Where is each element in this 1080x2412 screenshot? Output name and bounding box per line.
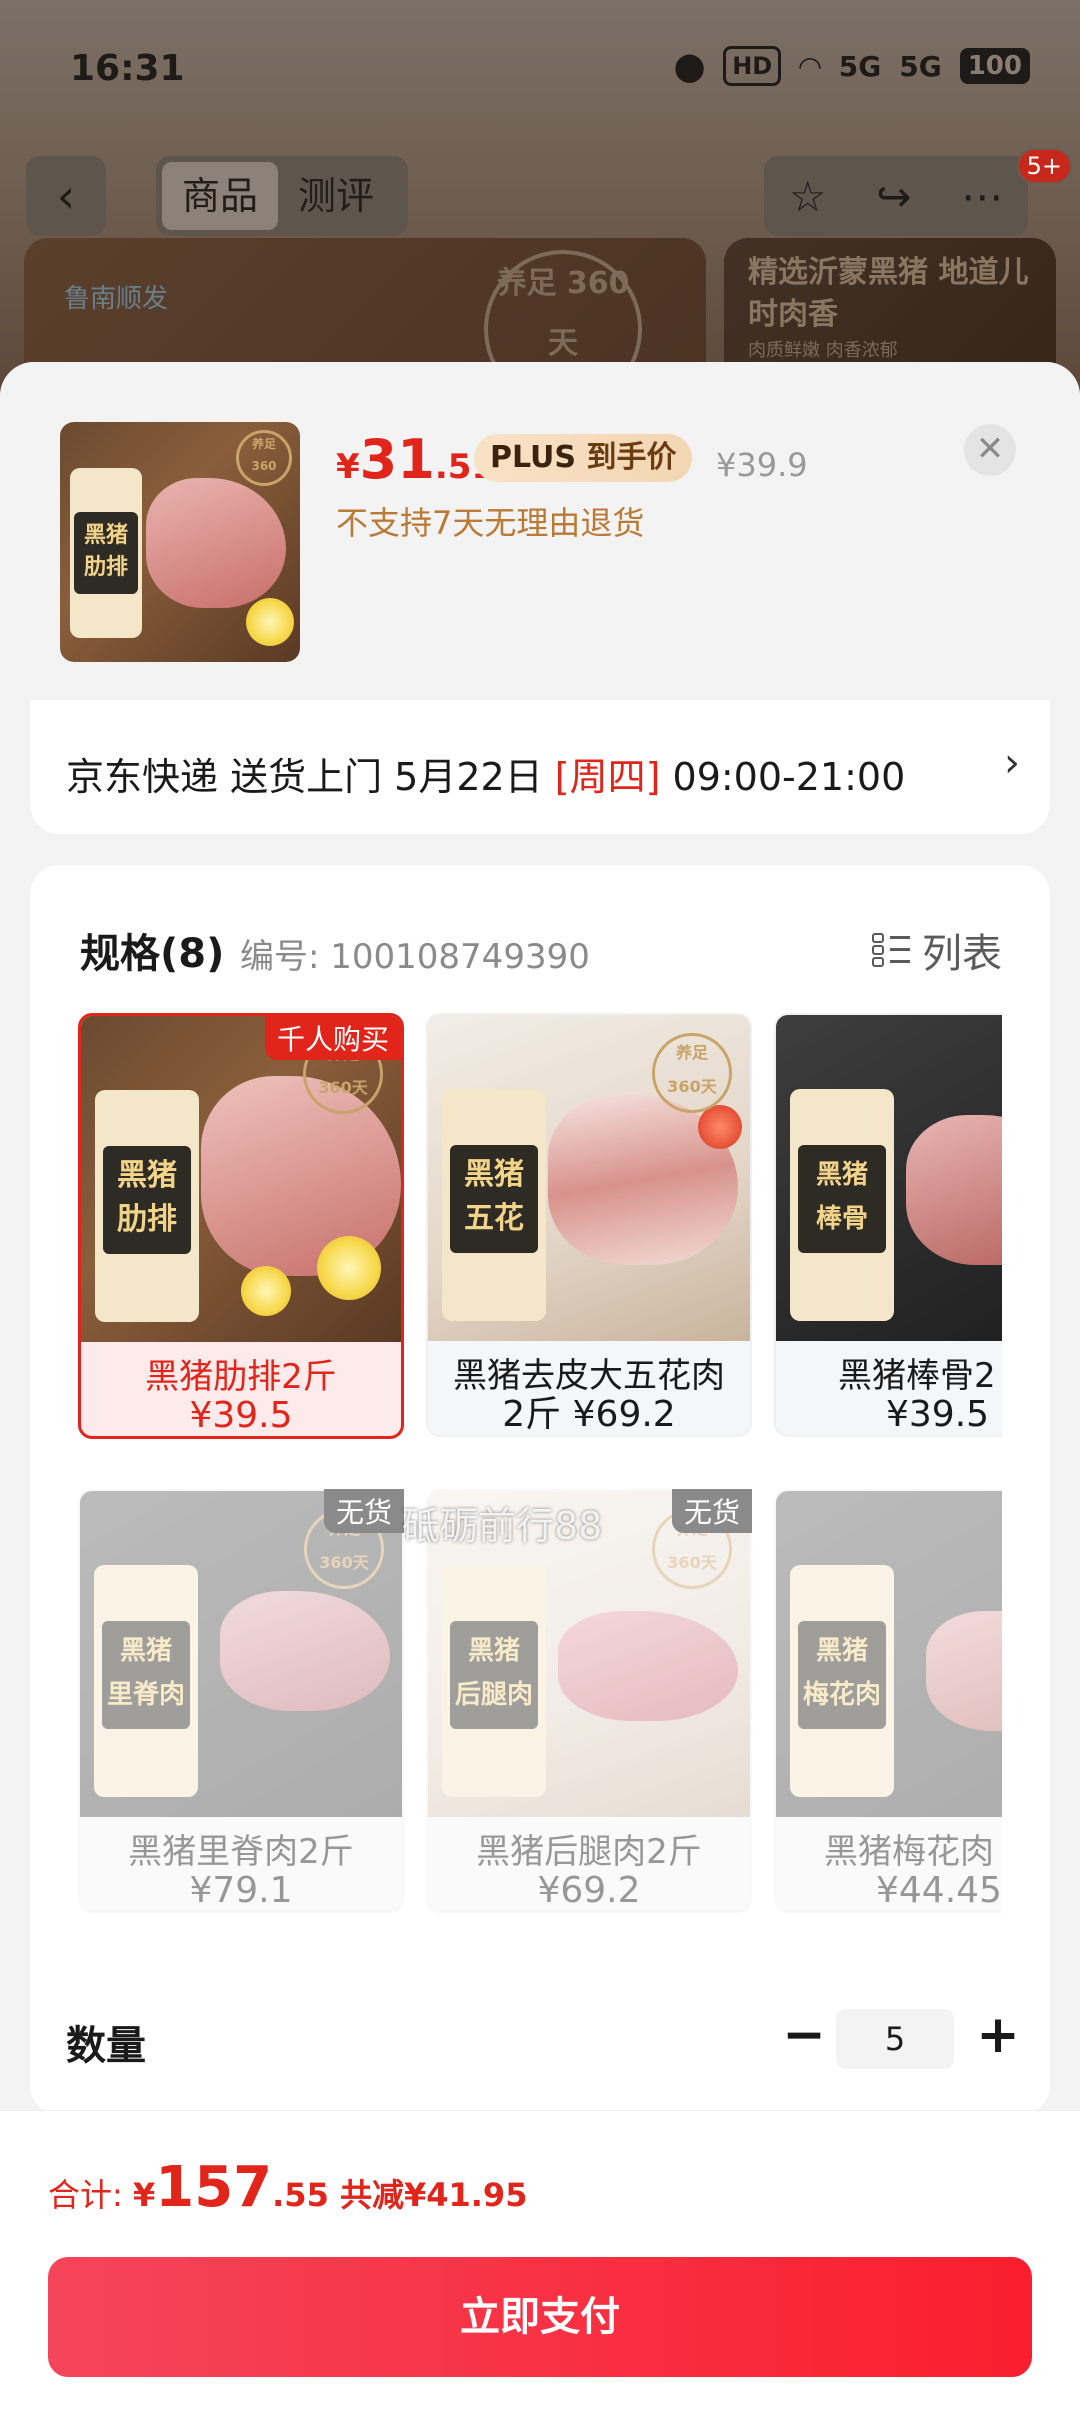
tab-goods[interactable]: 商品 [162, 162, 278, 230]
spec-option-price: ¥69.2 [537, 1870, 641, 1911]
quantity-stepper[interactable]: 5 [836, 2009, 954, 2069]
out-of-stock-badge: 无货 [671, 1489, 752, 1533]
sku-number: 编号: 100108749390 [240, 937, 590, 977]
spec-option-image: 黑猪 五花 养足 360天 [428, 1015, 750, 1341]
battery-icon: 100 [959, 48, 1030, 84]
hd-icon: HD [723, 46, 782, 86]
close-icon: ✕ [975, 429, 1005, 469]
spec-option-price: ¥44.45 [876, 1870, 1002, 1911]
checkout-footer: 合计: ¥157.55 共减¥41.95 立即支付 [0, 2110, 1080, 2412]
chevron-right-icon: › [1004, 740, 1020, 786]
watermark: 砥砺前行88 [402, 1504, 603, 1548]
selected-product-thumbnail: 黑猪 肋排 养足 360 [60, 422, 300, 662]
banner-slogan: 精选沂蒙黑猪 地道儿时肉香 [748, 255, 1029, 332]
spec-option-image: 黑猪肋排 养足360天 [81, 1016, 401, 1342]
spec-option-name: 黑猪梅花肉 [824, 1832, 994, 1872]
spec-option-ribs[interactable]: 黑猪肋排 养足360天 黑猪肋排2斤 ¥39.5 千人购买 [78, 1013, 404, 1439]
quantity-increase-button[interactable]: + [968, 2007, 1028, 2067]
total-price: 合计: ¥157.55 共减¥41.95 [48, 2155, 528, 2220]
brand-logo: 鲁南顺发 [64, 284, 169, 314]
star-icon[interactable]: ☆ [789, 172, 827, 221]
more-badge: 5+ [1016, 148, 1072, 184]
share-icon[interactable]: ↪ [876, 172, 911, 221]
tab-review[interactable]: 测评 [278, 162, 394, 230]
status-bar: 16:31 ⬤ HD ◠ 5G 5G 100 [0, 0, 1080, 140]
spec-title: 规格(8) [80, 931, 225, 977]
chevron-left-icon: ‹ [56, 169, 76, 223]
list-icon [872, 931, 910, 969]
spec-option-price: ¥39.5 [189, 1395, 293, 1436]
spec-option-pork-belly[interactable]: 黑猪 五花 养足 360天 黑猪去皮大五花肉 2斤 ¥69.2 [426, 1013, 752, 1437]
top-actions: ☆ ↪ ⋯ [764, 156, 1028, 236]
out-of-stock-badge: 无货 [323, 1489, 404, 1533]
popular-badge: 千人购买 [264, 1016, 401, 1060]
spec-option-name: 黑猪棒骨2 [838, 1356, 996, 1396]
delivery-text: 京东快递 送货上门 5月22日 [周四] 09:00-21:00 [66, 755, 906, 799]
sheet-header: 黑猪 肋排 养足 360 ¥31.51 PLUS 到手价 ¥39.9 不支持7天无理… [0, 362, 1080, 700]
spec-option-bone[interactable]: 黑猪 棒骨 黑猪棒骨2 ¥39.5 [774, 1013, 1002, 1437]
spec-options-grid: 黑猪肋排 养足360天 黑猪肋排2斤 ¥39.5 千人购买 黑猪五花 养足360 [78, 1013, 1002, 1957]
spec-option-image: 黑猪里脊肉 养足360天 [80, 1491, 402, 1817]
signal-5g-icon-2: 5G [899, 49, 942, 83]
spec-option-price: 2斤 ¥69.2 [502, 1394, 676, 1435]
spec-card: 规格(8) 编号: 100108749390 列表 黑猪肋排 养足360天 [30, 865, 1050, 2115]
status-icons: ⬤ HD ◠ 5G 5G 100 [674, 46, 1030, 86]
more-icon[interactable]: ⋯ [961, 172, 1003, 221]
background-product-page: 16:31 ⬤ HD ◠ 5G 5G 100 ‹ 商品 测评 ☆ ↪ ⋯ 5+ … [0, 0, 1080, 438]
banner-subslogan: 肉质鲜嫩 肉香浓郁 [748, 340, 898, 361]
sku-selection-sheet: 黑猪 肋排 养足 360 ¥31.51 PLUS 到手价 ¥39.9 不支持7天无理… [0, 362, 1080, 2412]
close-button[interactable]: ✕ [964, 424, 1016, 476]
return-policy-note: 不支持7天无理由退货 [336, 504, 645, 542]
plus-price-badge: PLUS 到手价 [474, 434, 693, 482]
spec-option-image: 黑猪 棒骨 [776, 1015, 1002, 1341]
delivery-info[interactable]: 京东快递 送货上门 5月22日 [周四] 09:00-21:00 › [30, 700, 1050, 834]
spec-option-hind-leg[interactable]: 黑猪后腿肉 养足360天 黑猪后腿肉2斤 ¥69.2 [426, 1489, 752, 1913]
pay-now-button[interactable]: 立即支付 [48, 2257, 1032, 2377]
back-button[interactable]: ‹ [26, 156, 106, 236]
quantity-row: 数量 − 5 + [30, 1985, 1050, 2105]
spec-option-shoulder[interactable]: 黑猪 梅花肉 黑猪梅花肉 ¥44.45 [774, 1489, 1002, 1913]
spec-option-price: ¥39.5 [886, 1394, 990, 1435]
top-tabs: 商品 测评 [156, 156, 408, 236]
status-time: 16:31 [70, 48, 185, 89]
quantity-decrease-button[interactable]: − [774, 2007, 834, 2067]
spec-option-price: ¥79.1 [189, 1870, 293, 1911]
original-price: ¥39.9 [716, 446, 808, 484]
spec-option-name: 黑猪里脊肉2斤 [128, 1832, 354, 1872]
spec-option-name: 黑猪肋排2斤 [145, 1357, 337, 1397]
quantity-label: 数量 [66, 2023, 146, 2069]
spec-option-name: 黑猪后腿肉2斤 [476, 1832, 702, 1872]
total-savings: 共减¥41.95 [328, 2176, 528, 2214]
spec-option-image: 黑猪 梅花肉 [776, 1491, 1002, 1817]
list-view-toggle[interactable]: 列表 [872, 921, 1002, 979]
spec-option-name: 黑猪去皮大五花肉 [453, 1356, 725, 1396]
signal-5g-icon: 5G [838, 49, 882, 83]
location-icon: ⬤ [673, 49, 706, 83]
plus-price: ¥31.51 [336, 428, 496, 491]
spec-option-tenderloin[interactable]: 黑猪里脊肉 养足360天 黑猪里脊肉2斤 ¥79.1 [78, 1489, 404, 1913]
wifi-icon: ◠ [799, 49, 821, 83]
